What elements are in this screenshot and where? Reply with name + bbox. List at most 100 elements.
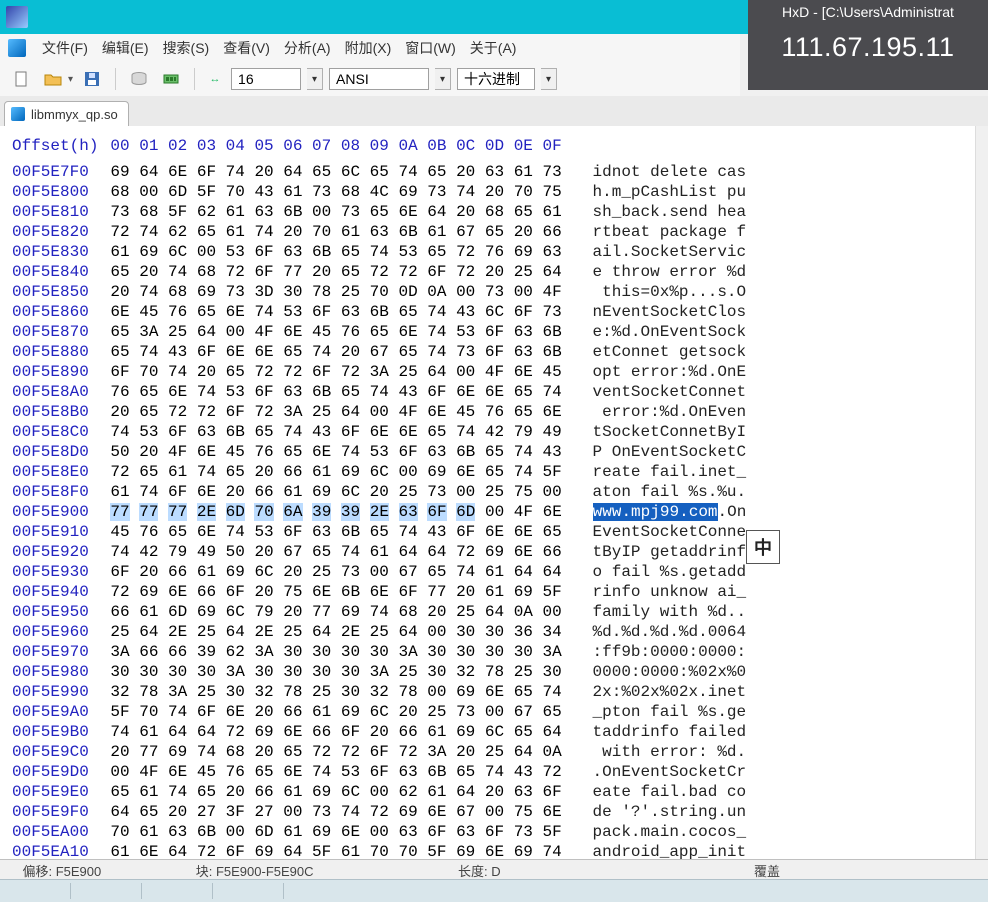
- hex-row[interactable]: 00F5E850 20 74 68 69 73 3D 30 78 25 70 0…: [12, 282, 976, 302]
- row-hex[interactable]: 65 3A 25 64 00 4F 6E 45 76 65 6E 74 53 6…: [110, 322, 561, 342]
- row-hex[interactable]: 25 64 2E 25 64 2E 25 64 2E 25 64 00 30 3…: [110, 622, 561, 642]
- open-dropdown-arrow[interactable]: ▾: [68, 74, 73, 85]
- row-hex[interactable]: 20 65 72 72 6F 72 3A 25 64 00 4F 6E 45 7…: [110, 402, 561, 422]
- row-ascii[interactable]: eate fail.bad co: [564, 782, 746, 802]
- row-ascii[interactable]: _pton fail %s.ge: [564, 702, 746, 722]
- row-hex[interactable]: 74 61 64 64 72 69 6E 66 6F 20 66 61 69 6…: [110, 722, 561, 742]
- menu-file[interactable]: 文件(F): [42, 38, 88, 58]
- row-hex[interactable]: 74 42 79 49 50 20 67 65 74 61 64 64 72 6…: [110, 542, 561, 562]
- row-ascii[interactable]: taddrinfo failed: [564, 722, 746, 742]
- row-hex[interactable]: 32 78 3A 25 30 32 78 25 30 32 78 00 69 6…: [110, 682, 561, 702]
- hex-row[interactable]: 00F5E840 65 20 74 68 72 6F 77 20 65 72 7…: [12, 262, 976, 282]
- bytes-per-line-input[interactable]: [231, 68, 301, 90]
- hex-row[interactable]: 00F5E9B0 74 61 64 64 72 69 6E 66 6F 20 6…: [12, 722, 976, 742]
- menu-attach[interactable]: 附加(X): [345, 38, 392, 58]
- row-hex[interactable]: 50 20 4F 6E 45 76 65 6E 74 53 6F 63 6B 6…: [110, 442, 561, 462]
- hex-editor-panel[interactable]: Offset(h)00 01 02 03 04 05 06 07 08 09 0…: [0, 126, 976, 860]
- row-ascii[interactable]: ail.SocketServic: [564, 242, 746, 262]
- hex-row[interactable]: 00F5E8F0 61 74 6F 6E 20 66 61 69 6C 20 2…: [12, 482, 976, 502]
- menu-analyze[interactable]: 分析(A): [284, 38, 331, 58]
- row-hex[interactable]: 76 65 6E 74 53 6F 63 6B 65 74 43 6F 6E 6…: [110, 382, 561, 402]
- hex-row[interactable]: 00F5E810 73 68 5F 62 61 63 6B 00 73 65 6…: [12, 202, 976, 222]
- row-hex[interactable]: 6E 45 76 65 6E 74 53 6F 63 6B 65 74 43 6…: [110, 302, 561, 322]
- row-hex[interactable]: 66 61 6D 69 6C 79 20 77 69 74 68 20 25 6…: [110, 602, 561, 622]
- row-hex[interactable]: 20 77 69 74 68 20 65 72 72 6F 72 3A 20 2…: [110, 742, 561, 762]
- row-hex[interactable]: 77 77 77 2E 6D 70 6A 39 39 2E 63 6F 6D 0…: [110, 502, 561, 522]
- row-ascii[interactable]: etConnet getsock: [564, 342, 746, 362]
- hex-row[interactable]: 00F5E870 65 3A 25 64 00 4F 6E 45 76 65 6…: [12, 322, 976, 342]
- hex-row[interactable]: 00F5E8C0 74 53 6F 63 6B 65 74 43 6F 6E 6…: [12, 422, 976, 442]
- row-ascii[interactable]: sh_back.send hea: [564, 202, 746, 222]
- row-hex[interactable]: 68 00 6D 5F 70 43 61 73 68 4C 69 73 74 2…: [110, 182, 561, 202]
- row-ascii[interactable]: %d.%d.%d.%d.0064: [564, 622, 746, 642]
- hex-row[interactable]: 00F5E9A0 5F 70 74 6F 6E 20 66 61 69 6C 2…: [12, 702, 976, 722]
- row-hex[interactable]: 6F 20 66 61 69 6C 20 25 73 00 67 65 74 6…: [110, 562, 561, 582]
- hex-row[interactable]: 00F5E9C0 20 77 69 74 68 20 65 72 72 6F 7…: [12, 742, 976, 762]
- row-ascii[interactable]: P OnEventSocketC: [564, 442, 746, 462]
- row-hex[interactable]: 61 69 6C 00 53 6F 63 6B 65 74 53 65 72 7…: [110, 242, 561, 262]
- hex-row[interactable]: 00F5E890 6F 70 74 20 65 72 72 6F 72 3A 2…: [12, 362, 976, 382]
- row-ascii[interactable]: h.m_pCashList pu: [564, 182, 746, 202]
- hex-row[interactable]: 00F5E8D0 50 20 4F 6E 45 76 65 6E 74 53 6…: [12, 442, 976, 462]
- hex-row[interactable]: 00F5E9F0 64 65 20 27 3F 27 00 73 74 72 6…: [12, 802, 976, 822]
- row-ascii[interactable]: tSocketConnetByI: [564, 422, 746, 442]
- row-ascii[interactable]: with error: %d.: [564, 742, 746, 762]
- row-ascii[interactable]: error:%d.OnEven: [564, 402, 746, 422]
- save-button[interactable]: [79, 66, 105, 92]
- row-ascii[interactable]: tByIP getaddrinf: [564, 542, 746, 562]
- base-input[interactable]: [457, 68, 535, 90]
- row-ascii[interactable]: pack.main.cocos_: [564, 822, 746, 842]
- hex-row[interactable]: 00F5E970 3A 66 66 39 62 3A 30 30 30 30 3…: [12, 642, 976, 662]
- row-ascii[interactable]: this=0x%p...s.O: [564, 282, 746, 302]
- row-hex[interactable]: 6F 70 74 20 65 72 72 6F 72 3A 25 64 00 4…: [110, 362, 561, 382]
- row-hex[interactable]: 65 74 43 6F 6E 6E 65 74 20 67 65 74 73 6…: [110, 342, 561, 362]
- hex-row[interactable]: 00F5E920 74 42 79 49 50 20 67 65 74 61 6…: [12, 542, 976, 562]
- menu-view[interactable]: 查看(V): [223, 38, 270, 58]
- go-arrows-icon[interactable]: ↔: [205, 66, 225, 92]
- row-hex[interactable]: 65 61 74 65 20 66 61 69 6C 00 62 61 64 2…: [110, 782, 561, 802]
- row-hex[interactable]: 20 74 68 69 73 3D 30 78 25 70 0D 0A 00 7…: [110, 282, 561, 302]
- row-hex[interactable]: 30 30 30 30 3A 30 30 30 30 3A 25 30 32 7…: [110, 662, 561, 682]
- row-hex[interactable]: 61 74 6F 6E 20 66 61 69 6C 20 25 73 00 2…: [110, 482, 561, 502]
- memory-icon[interactable]: [158, 66, 184, 92]
- row-hex[interactable]: 64 65 20 27 3F 27 00 73 74 72 69 6E 67 0…: [110, 802, 561, 822]
- row-ascii[interactable]: de '?'.string.un: [564, 802, 746, 822]
- hex-row[interactable]: 00F5E910 45 76 65 6E 74 53 6F 63 6B 65 7…: [12, 522, 976, 542]
- row-hex[interactable]: 70 61 63 6B 00 6D 61 69 6E 00 63 6F 63 6…: [110, 822, 561, 842]
- taskbar-item[interactable]: [142, 883, 213, 899]
- menu-edit[interactable]: 编辑(E): [102, 38, 149, 58]
- row-hex[interactable]: 65 20 74 68 72 6F 77 20 65 72 72 6F 72 2…: [110, 262, 561, 282]
- hex-row[interactable]: 00F5E950 66 61 6D 69 6C 79 20 77 69 74 6…: [12, 602, 976, 622]
- row-hex[interactable]: 3A 66 66 39 62 3A 30 30 30 30 3A 30 30 3…: [110, 642, 561, 662]
- charset-dropdown[interactable]: ▾: [435, 68, 451, 90]
- hex-row[interactable]: 00F5E8E0 72 65 61 74 65 20 66 61 69 6C 0…: [12, 462, 976, 482]
- hex-row[interactable]: 00F5E9E0 65 61 74 65 20 66 61 69 6C 00 6…: [12, 782, 976, 802]
- row-hex[interactable]: 72 65 61 74 65 20 66 61 69 6C 00 69 6E 6…: [110, 462, 561, 482]
- row-hex[interactable]: 72 74 62 65 61 74 20 70 61 63 6B 61 67 6…: [110, 222, 561, 242]
- hex-row[interactable]: 00F5E860 6E 45 76 65 6E 74 53 6F 63 6B 6…: [12, 302, 976, 322]
- file-tab[interactable]: libmmyx_qp.so: [4, 101, 129, 127]
- row-ascii[interactable]: rtbeat package f: [564, 222, 746, 242]
- hex-row[interactable]: 00F5E8B0 20 65 72 72 6F 72 3A 25 64 00 4…: [12, 402, 976, 422]
- ime-indicator[interactable]: 中: [746, 530, 780, 564]
- row-ascii[interactable]: EventSocketConne: [564, 522, 746, 542]
- row-ascii[interactable]: e:%d.OnEventSock: [564, 322, 746, 342]
- row-ascii[interactable]: aton fail %s.%u.: [564, 482, 746, 502]
- taskbar-item[interactable]: [213, 883, 284, 899]
- row-hex[interactable]: 5F 70 74 6F 6E 20 66 61 69 6C 20 25 73 0…: [110, 702, 561, 722]
- hex-row[interactable]: 00F5E990 32 78 3A 25 30 32 78 25 30 32 7…: [12, 682, 976, 702]
- charset-input[interactable]: [329, 68, 429, 90]
- row-ascii[interactable]: rinfo unknow ai_: [564, 582, 746, 602]
- row-hex[interactable]: 00 4F 6E 45 76 65 6E 74 53 6F 63 6B 65 7…: [110, 762, 561, 782]
- base-dropdown[interactable]: ▾: [541, 68, 557, 90]
- hex-row[interactable]: 00F5E930 6F 20 66 61 69 6C 20 25 73 00 6…: [12, 562, 976, 582]
- row-ascii[interactable]: 0000:0000:%02x%0: [564, 662, 746, 682]
- hex-row[interactable]: 00F5E7F0 69 64 6E 6F 74 20 64 65 6C 65 7…: [12, 162, 976, 182]
- row-ascii[interactable]: 2x:%02x%02x.inet: [564, 682, 746, 702]
- row-ascii[interactable]: e throw error %d: [564, 262, 746, 282]
- new-file-button[interactable]: [8, 66, 34, 92]
- open-file-button[interactable]: [40, 66, 66, 92]
- hex-row[interactable]: 00F5EA00 70 61 63 6B 00 6D 61 69 6E 00 6…: [12, 822, 976, 842]
- storage-icon[interactable]: [126, 66, 152, 92]
- hex-row[interactable]: 00F5E830 61 69 6C 00 53 6F 63 6B 65 74 5…: [12, 242, 976, 262]
